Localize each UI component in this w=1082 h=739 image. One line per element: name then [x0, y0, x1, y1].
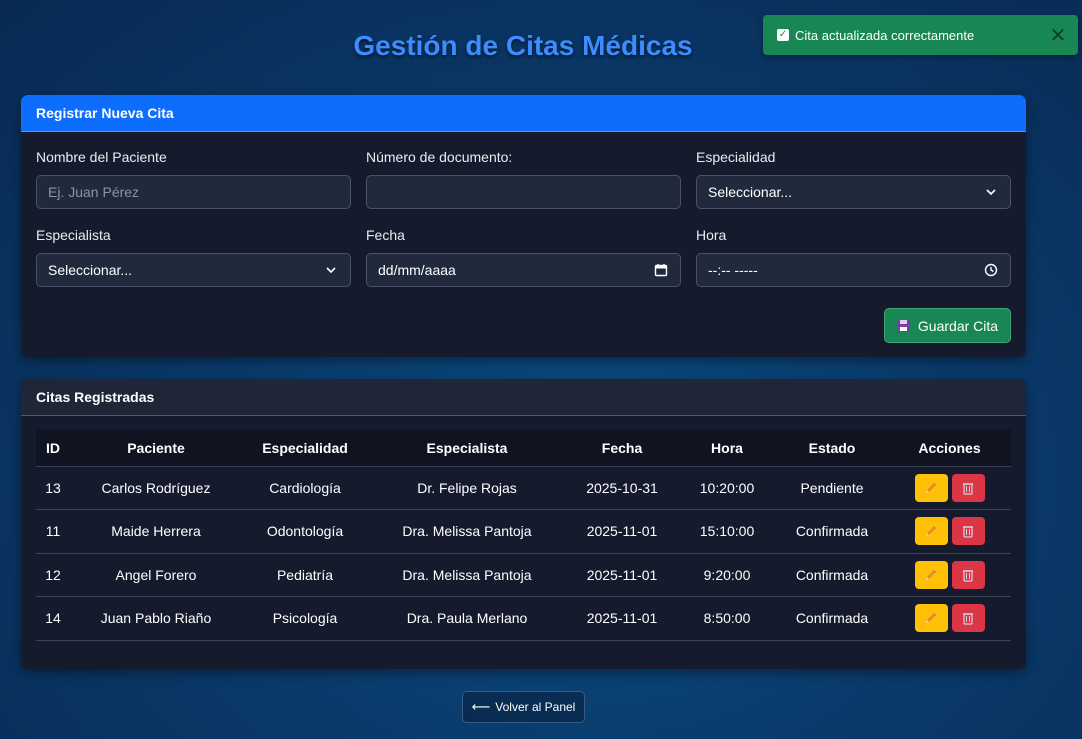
- column-header-specialty: Especialidad: [262, 439, 348, 456]
- cell-actions: [888, 596, 1011, 641]
- wastebasket-icon: [963, 613, 973, 625]
- cell-specialty: Cardiología: [242, 465, 368, 510]
- cell-specialist: Dra. Melissa Pantoja: [368, 509, 566, 553]
- delete-button[interactable]: [951, 473, 985, 502]
- left-arrow-icon: ⟵: [471, 699, 491, 714]
- cell-time: 10:20:00: [678, 465, 776, 510]
- specialty-selected-value: Seleccionar...: [708, 184, 793, 200]
- calendar-icon[interactable]: [654, 263, 668, 277]
- edit-button[interactable]: [914, 473, 948, 502]
- edit-button[interactable]: [914, 517, 948, 546]
- cell-date: 2025-10-31: [566, 465, 678, 510]
- specialist-select[interactable]: Seleccionar...: [36, 253, 351, 287]
- cell-actions: [888, 465, 1011, 510]
- cell-actions: [888, 552, 1011, 597]
- column-header-date: Fecha: [601, 439, 643, 456]
- toast-message: Cita actualizada correctamente: [795, 27, 975, 43]
- pencil-icon: [926, 526, 936, 537]
- column-header-status: Estado: [808, 439, 856, 456]
- back-to-panel-button[interactable]: ⟵ Volver al Panel: [462, 691, 585, 723]
- column-header-actions: Acciones: [918, 439, 981, 456]
- wastebasket-icon: [963, 483, 973, 495]
- cell-status: Confirmada: [776, 596, 888, 641]
- date-placeholder: dd/mm/aaaa: [378, 262, 456, 278]
- pencil-icon: [926, 569, 936, 580]
- appointments-header: Citas Registradas: [21, 379, 1026, 416]
- chevron-down-icon: [986, 189, 996, 196]
- save-button-label: Guardar Cita: [917, 317, 999, 334]
- column-header-id: ID: [46, 439, 60, 456]
- edit-button[interactable]: [914, 560, 948, 589]
- column-header-patient: Paciente: [127, 439, 185, 456]
- delete-button[interactable]: [951, 604, 985, 633]
- appointments-table: ID Paciente Especialidad Especialista Fe…: [36, 430, 1011, 641]
- wastebasket-icon: [963, 526, 973, 538]
- cell-patient: Angel Forero: [70, 552, 242, 597]
- cell-id: 11: [36, 509, 70, 553]
- cell-date: 2025-11-01: [566, 596, 678, 641]
- floppy-disk-icon: [896, 319, 910, 332]
- cell-actions: [888, 509, 1011, 553]
- back-button-label: Volver al Panel: [495, 700, 576, 714]
- column-header-time: Hora: [711, 439, 743, 456]
- table-row: 14 Juan Pablo Riaño Psicología Dra. Paul…: [36, 596, 1011, 641]
- cell-specialist: Dr. Felipe Rojas: [368, 465, 566, 510]
- cell-specialty: Pediatría: [242, 552, 368, 597]
- close-icon[interactable]: ✕: [1047, 24, 1069, 47]
- time-placeholder: --:-- -----: [708, 262, 758, 278]
- new-appointment-card: Registrar Nueva Cita: [21, 95, 1026, 357]
- success-toast: ✓ Cita actualizada correctamente ✕: [763, 15, 1078, 55]
- cell-id: 14: [36, 596, 70, 641]
- cell-specialist: Dra. Paula Merlano: [368, 596, 566, 641]
- edit-button[interactable]: [914, 604, 948, 633]
- cell-status: Confirmada: [776, 552, 888, 597]
- cell-id: 13: [36, 465, 70, 510]
- time-label: Hora: [696, 227, 727, 243]
- cell-time: 8:50:00: [678, 596, 776, 641]
- pencil-icon: [926, 613, 936, 624]
- cell-specialty: Psicología: [242, 596, 368, 641]
- document-number-label: Número de documento:: [366, 149, 513, 165]
- specialty-label: Especialidad: [696, 149, 776, 165]
- specialist-selected-value: Seleccionar...: [48, 262, 133, 278]
- document-number-input[interactable]: [366, 175, 681, 209]
- cell-status: Pendiente: [776, 465, 888, 510]
- column-header-specialist: Especialista: [426, 439, 508, 456]
- delete-button[interactable]: [951, 560, 985, 589]
- patient-name-label: Nombre del Paciente: [36, 149, 167, 165]
- delete-button[interactable]: [951, 517, 985, 546]
- cell-time: 15:10:00: [678, 509, 776, 553]
- date-label: Fecha: [366, 227, 405, 243]
- table-header-row: ID Paciente Especialidad Especialista Fe…: [36, 430, 1011, 466]
- cell-patient: Maide Herrera: [70, 509, 242, 553]
- wastebasket-icon: [963, 570, 973, 582]
- specialty-select[interactable]: Seleccionar...: [696, 175, 1011, 209]
- table-row: 13 Carlos Rodríguez Cardiología Dr. Feli…: [36, 465, 1011, 510]
- save-appointment-button[interactable]: Guardar Cita: [884, 308, 1011, 343]
- specialist-label: Especialista: [36, 227, 111, 243]
- cell-date: 2025-11-01: [566, 552, 678, 597]
- cell-id: 12: [36, 552, 70, 597]
- new-appointment-header: Registrar Nueva Cita: [21, 95, 1026, 132]
- date-input[interactable]: dd/mm/aaaa: [366, 253, 681, 287]
- table-row: 12 Angel Forero Pediatría Dra. Melissa P…: [36, 552, 1011, 597]
- cell-time: 9:20:00: [678, 552, 776, 597]
- cell-patient: Juan Pablo Riaño: [70, 596, 242, 641]
- check-square-icon: ✓: [777, 29, 789, 41]
- cell-date: 2025-11-01: [566, 509, 678, 553]
- time-input[interactable]: --:-- -----: [696, 253, 1011, 287]
- cell-specialty: Odontología: [242, 509, 368, 553]
- patient-name-input[interactable]: Ej. Juan Pérez: [36, 175, 351, 209]
- table-row: 11 Maide Herrera Odontología Dra. Meliss…: [36, 509, 1011, 553]
- cell-specialist: Dra. Melissa Pantoja: [368, 552, 566, 597]
- clock-icon[interactable]: [984, 263, 998, 277]
- chevron-down-icon: [326, 267, 336, 274]
- pencil-icon: [926, 482, 936, 493]
- cell-patient: Carlos Rodríguez: [70, 465, 242, 510]
- cell-status: Confirmada: [776, 509, 888, 553]
